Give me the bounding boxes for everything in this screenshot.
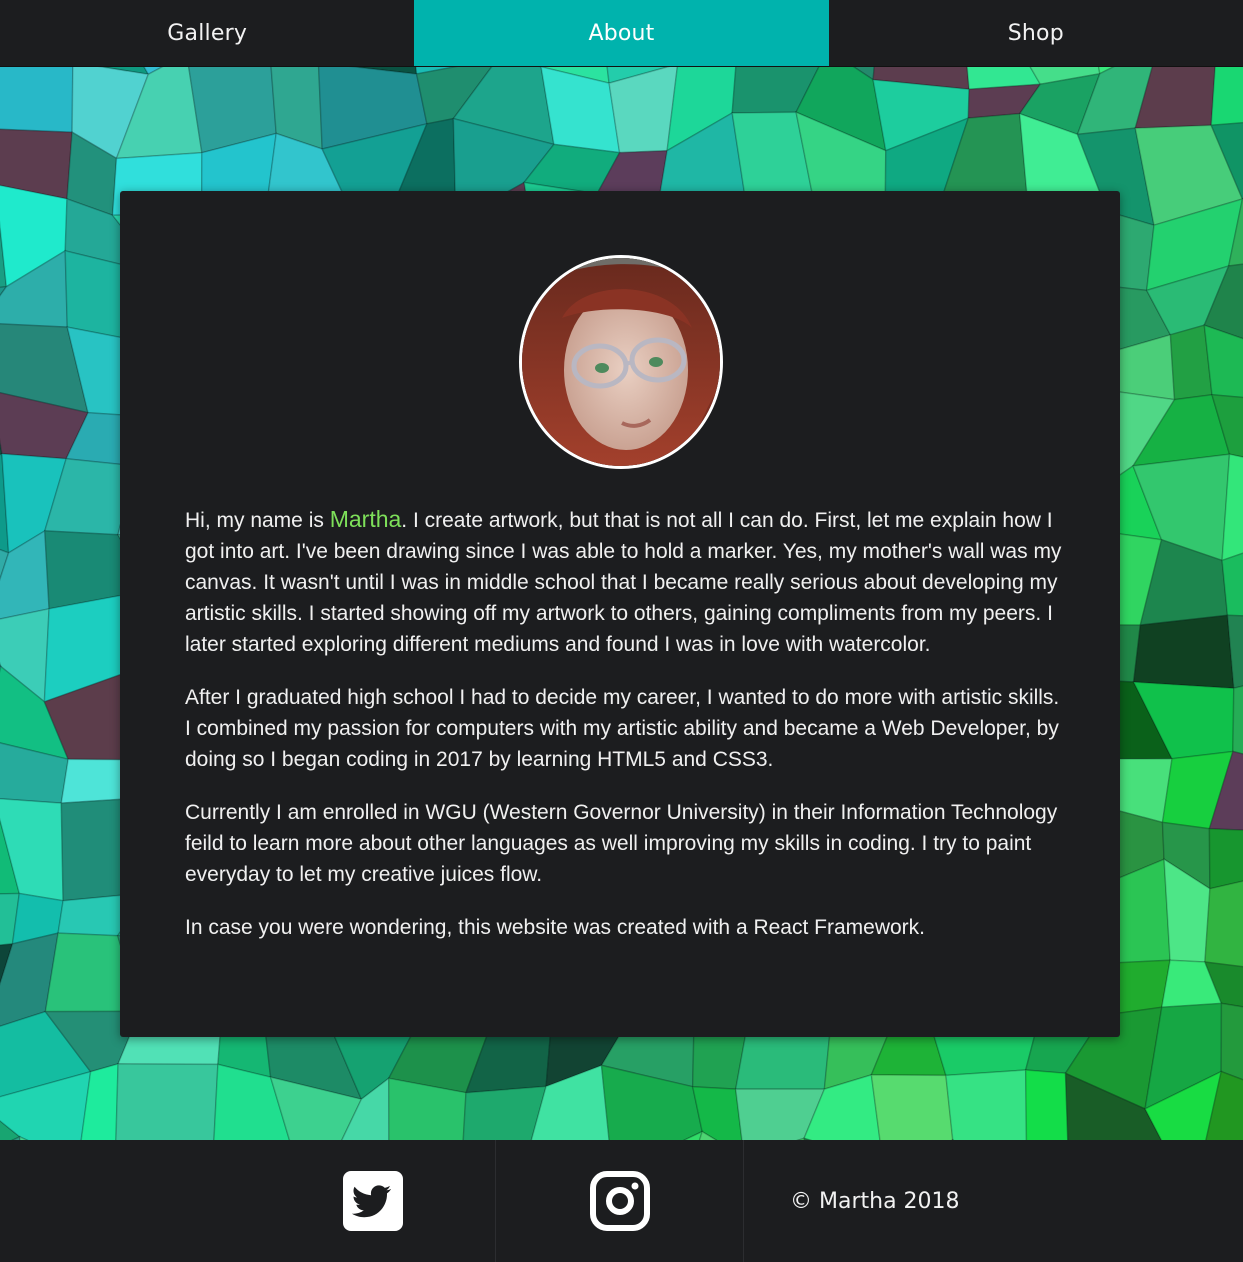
mosaic-tile [1210,67,1243,127]
instagram-icon[interactable] [589,1171,650,1231]
bio-paragraph-3: Currently I am enrolled in WGU (Western … [185,801,1058,886]
profile-avatar [519,255,723,469]
tab-about[interactable]: About [414,0,829,66]
top-nav: Gallery About Shop [0,0,1243,67]
tab-shop[interactable]: Shop [829,0,1243,66]
bio-paragraph-4: In case you were wondering, this website… [185,916,925,939]
footer-twitter-cell [0,1140,496,1262]
bio-paragraph-1: Hi, my name is Martha. I create artwork,… [185,504,1065,660]
mosaic-tile [1208,827,1243,890]
copyright-text: © Martha 2018 [790,1188,960,1214]
about-card: Hi, my name is Martha. I create artwork,… [120,191,1120,1037]
mosaic-tile [1204,880,1243,968]
tab-gallery[interactable]: Gallery [0,0,414,66]
bio-intro-before: Hi, my name is [185,509,330,532]
bio-text: Hi, my name is Martha. I create artwork,… [185,504,1065,965]
mosaic-tile [870,1074,954,1140]
mosaic-tile [1024,1069,1069,1140]
author-name: Martha [329,506,402,532]
footer: © Martha 2018 [0,1140,1243,1262]
footer-instagram-cell [496,1140,744,1262]
mosaic-tile [0,67,74,133]
mosaic-tile [1132,614,1235,690]
footer-copyright-cell: © Martha 2018 [744,1140,1243,1262]
mosaic-tile [945,1069,1028,1140]
mosaic-tile [608,67,679,154]
profile-photo [522,258,720,466]
mosaic-tile [115,1063,219,1140]
twitter-icon[interactable] [343,1171,403,1231]
bio-paragraph-2: After I graduated high school I had to d… [185,686,1060,771]
